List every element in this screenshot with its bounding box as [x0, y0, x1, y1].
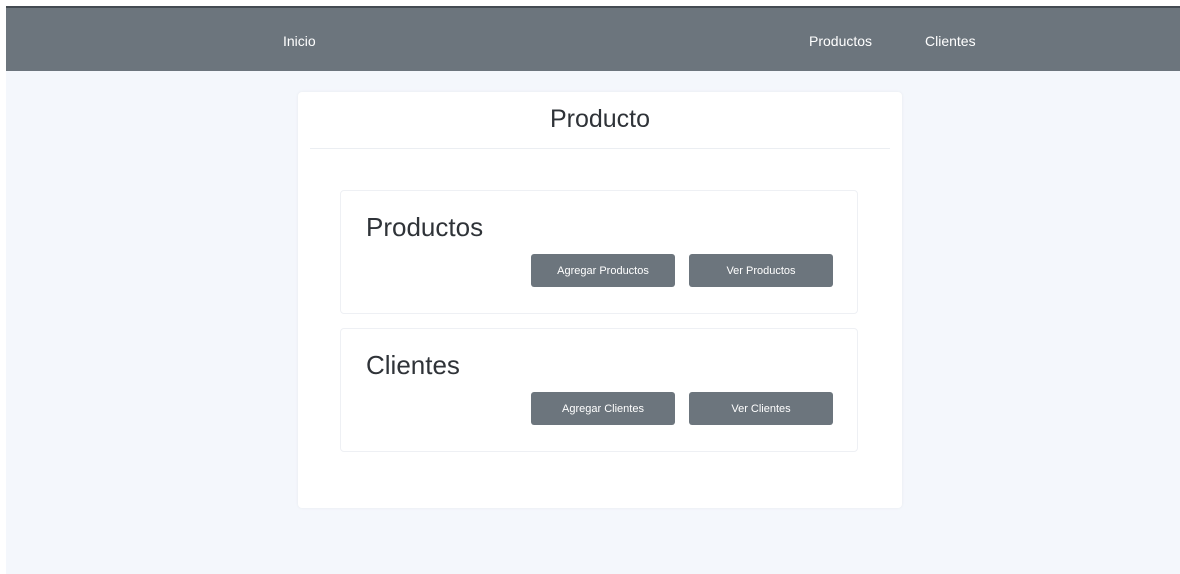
clientes-section-title: Clientes [366, 350, 460, 380]
nav-productos-link[interactable]: Productos [809, 32, 872, 50]
page-title: Producto [549, 105, 651, 133]
add-productos-button[interactable]: Agregar Productos [531, 254, 675, 287]
add-clientes-button[interactable]: Agregar Clientes [531, 392, 675, 425]
clientes-section: Clientes Agregar Clientes Ver Clientes [340, 328, 858, 452]
view-clientes-button[interactable]: Ver Clientes [689, 392, 833, 425]
nav-clientes-link[interactable]: Clientes [925, 32, 976, 50]
card-header: Producto [310, 92, 890, 149]
productos-section: Productos Agregar Productos Ver Producto… [340, 190, 858, 314]
top-navbar: Inicio Productos Clientes [6, 6, 1180, 71]
productos-section-title: Productos [366, 212, 484, 242]
main-card: Producto Productos Agregar Productos Ver… [298, 92, 902, 508]
view-productos-button[interactable]: Ver Productos [689, 254, 833, 287]
nav-home-link[interactable]: Inicio [283, 32, 316, 50]
page-frame: Inicio Productos Clientes Producto Produ… [6, 6, 1180, 574]
